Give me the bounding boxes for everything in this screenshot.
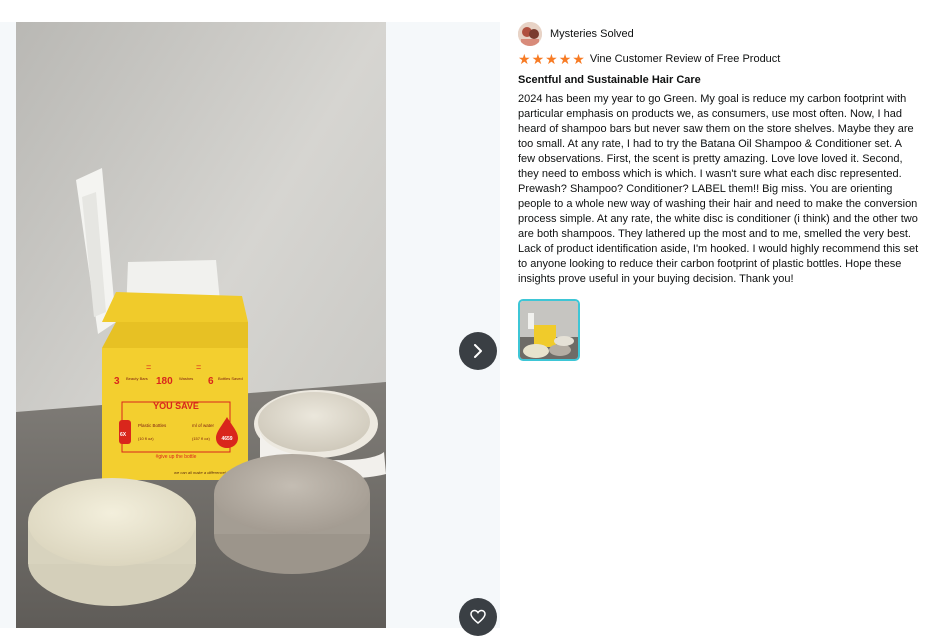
avatar-image — [518, 22, 542, 46]
chevron-right-icon — [474, 344, 482, 358]
box-washes-value: 180 — [156, 376, 173, 387]
box-hashtag: #give up the bottle — [156, 454, 197, 460]
box-bottles-label: Bottles Saved — [218, 376, 243, 381]
box-bars-label: Beauty Bars — [126, 376, 148, 381]
box-bottles-value: 6 — [208, 376, 214, 387]
star-icon: ★ — [518, 51, 531, 67]
rating-row: ★ ★ ★ ★ ★ Vine Customer Review of Free P… — [518, 51, 923, 67]
heart-icon — [470, 609, 486, 624]
review-title: Scentful and Sustainable Hair Care — [518, 74, 701, 86]
next-image-button[interactable] — [459, 332, 497, 370]
avatar[interactable] — [518, 22, 542, 46]
star-icon: ★ — [531, 51, 545, 67]
star-icon: ★ — [572, 51, 585, 67]
reviewer-header: Mysteries Solved — [518, 22, 923, 46]
box-equals-1: = — [146, 362, 151, 372]
box-footer: we can all make a difference! — [174, 470, 227, 475]
star-rating: ★ ★ ★ ★ ★ — [518, 52, 585, 66]
star-icon: ★ — [545, 51, 558, 67]
review-panel: Mysteries Solved ★ ★ ★ ★ ★ Vine Customer… — [518, 22, 923, 361]
star-icon: ★ — [558, 51, 572, 67]
review-photo-illustration: 3 Beauty Bars = 180 Washes = 6 Bottles S… — [16, 22, 386, 628]
favorite-button[interactable] — [459, 598, 497, 636]
box-plastic-label: Plastic Bottles — [138, 423, 167, 428]
review-body: 2024 has been my year to go Green. My go… — [518, 93, 919, 285]
review-image-thumbnail[interactable] — [518, 299, 580, 361]
review-photo[interactable]: 3 Beauty Bars = 180 Washes = 6 Bottles S… — [16, 22, 386, 628]
box-water-sub: (157 fl oz) — [192, 436, 210, 441]
box-water-value: 4659 — [221, 436, 232, 442]
box-washes-label: Washes — [179, 376, 193, 381]
reviewer-name[interactable]: Mysteries Solved — [550, 28, 634, 40]
box-equals-2: = — [196, 362, 201, 372]
box-plastic-sub: (10 fl oz) — [138, 436, 154, 441]
image-viewer: 3 Beauty Bars = 180 Washes = 6 Bottles S… — [0, 22, 500, 636]
box-plastic-count: 6X — [120, 432, 127, 438]
box-water-label: ml of water — [192, 423, 215, 428]
thumbnail-image — [520, 301, 578, 359]
vine-badge: Vine Customer Review of Free Product — [589, 53, 781, 65]
box-bars-value: 3 — [114, 376, 120, 387]
